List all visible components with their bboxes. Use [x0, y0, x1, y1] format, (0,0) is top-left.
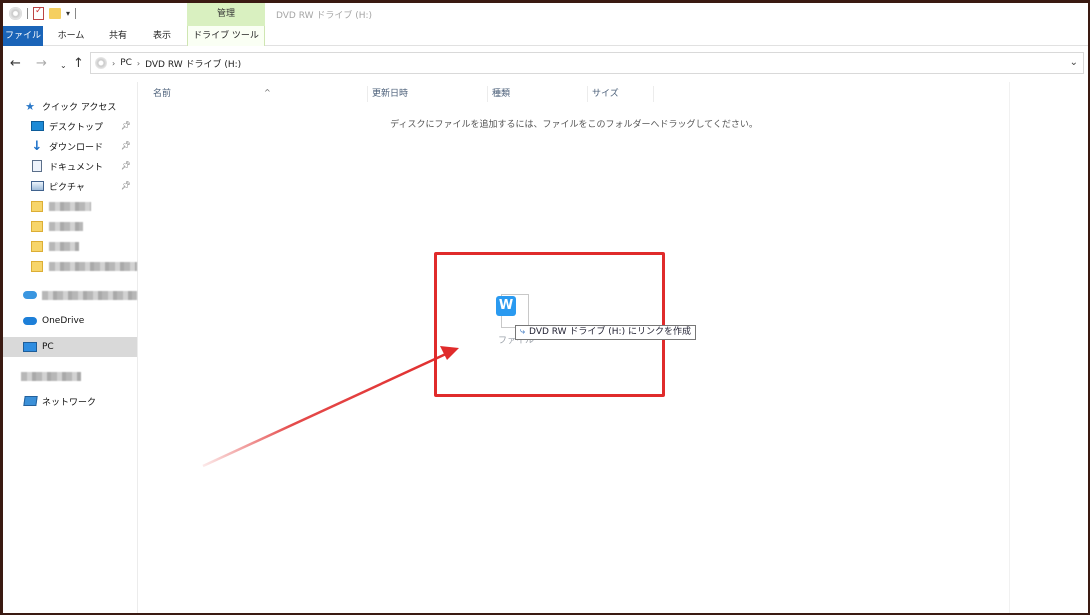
- pin-icon[interactable]: 📌︎: [121, 121, 131, 130]
- sidebar-item-documents[interactable]: ドキュメント 📌︎: [3, 156, 137, 176]
- sidebar-item-blurred-folder[interactable]: [3, 236, 137, 256]
- sidebar-item-pictures[interactable]: ピクチャ 📌︎: [3, 176, 137, 196]
- column-header-size[interactable]: サイズ: [588, 86, 654, 102]
- drive-icon: [9, 7, 22, 20]
- sidebar-item-pc[interactable]: PC: [3, 337, 137, 357]
- star-icon: ★: [25, 99, 35, 113]
- redacted-label: [49, 261, 137, 271]
- breadcrumb-pc[interactable]: PC: [120, 58, 132, 68]
- sidebar-item-blurred-location[interactable]: [3, 285, 137, 305]
- drive-icon: [95, 57, 107, 69]
- navigation-bar: ← → ⌄ ↑ › PC › DVD RW ドライブ (H:) ⌄: [3, 47, 1088, 81]
- breadcrumb-chevron-icon[interactable]: ›: [137, 59, 140, 68]
- sidebar-item-blurred-location[interactable]: [3, 366, 137, 386]
- sidebar-item-label: OneDrive: [42, 316, 85, 326]
- toolbar-separator: [27, 8, 28, 19]
- redacted-label: [21, 371, 81, 381]
- onedrive-cloud-icon: [23, 315, 37, 327]
- pictures-icon: [30, 180, 44, 192]
- breadcrumb-drive[interactable]: DVD RW ドライブ (H:): [145, 57, 241, 70]
- download-arrow-icon: ↓: [31, 138, 43, 154]
- recent-locations-chevron-icon[interactable]: ⌄: [60, 59, 67, 73]
- column-header-type[interactable]: 種類: [488, 86, 588, 102]
- pane-divider: [1009, 82, 1010, 613]
- computer-icon: [23, 341, 37, 353]
- folder-icon: [30, 240, 44, 252]
- tab-file[interactable]: ファイル: [3, 26, 43, 46]
- manage-context-tab[interactable]: 管理: [187, 3, 265, 26]
- link-icon: ⤷: [520, 327, 526, 337]
- address-bar[interactable]: › PC › DVD RW ドライブ (H:) ⌄: [90, 52, 1084, 74]
- cloud-icon: [23, 289, 37, 301]
- folder-icon: [30, 260, 44, 272]
- drag-tooltip: ⤷ DVD RW ドライブ (H:) にリンクを作成: [515, 325, 696, 340]
- sort-ascending-icon: ^: [264, 88, 271, 97]
- redacted-label: [49, 221, 83, 231]
- quick-access-toolbar: ▾: [9, 6, 77, 20]
- sidebar-item-quick-access[interactable]: ★ クイック アクセス: [3, 96, 137, 116]
- properties-icon[interactable]: [33, 6, 44, 20]
- sidebar-item-desktop[interactable]: デスクトップ 📌︎: [3, 116, 137, 136]
- wps-writer-icon: W: [496, 296, 516, 316]
- window-title: DVD RW ドライブ (H:): [276, 11, 373, 21]
- tab-share[interactable]: 共有: [100, 26, 136, 46]
- customize-toolbar-icon[interactable]: ▾: [66, 9, 70, 18]
- ribbon-tabs: ファイル ホーム 共有 表示 ドライブ ツール: [3, 26, 1088, 46]
- sidebar-item-blurred-folder[interactable]: [3, 196, 137, 216]
- sidebar-item-blurred-folder[interactable]: [3, 256, 137, 276]
- sidebar-item-label: ネットワーク: [42, 397, 97, 408]
- column-header-date-modified[interactable]: 更新日時: [368, 86, 488, 102]
- pin-icon[interactable]: 📌︎: [121, 141, 131, 150]
- navigation-pane: ★ クイック アクセス デスクトップ 📌︎ ↓ ダウンロード 📌︎ ドキュメント…: [3, 82, 138, 613]
- breadcrumb-chevron-icon[interactable]: ›: [112, 59, 115, 68]
- up-arrow-icon[interactable]: ↑: [73, 57, 84, 71]
- toolbar-separator: [75, 8, 77, 19]
- sidebar-item-blurred-folder[interactable]: [3, 216, 137, 236]
- tab-view[interactable]: 表示: [144, 26, 180, 46]
- pin-icon[interactable]: 📌︎: [121, 181, 131, 190]
- sidebar-item-onedrive[interactable]: OneDrive: [3, 311, 137, 331]
- tab-drive-tools[interactable]: ドライブ ツール: [187, 26, 265, 46]
- address-dropdown-icon[interactable]: ⌄: [1070, 57, 1078, 68]
- sidebar-item-label: クイック アクセス: [42, 102, 117, 113]
- desktop-icon: [30, 120, 44, 132]
- redacted-label: [49, 201, 91, 211]
- column-header-name[interactable]: 名前 ^: [149, 86, 368, 102]
- document-icon: [30, 160, 44, 172]
- folder-icon: [30, 220, 44, 232]
- pin-icon[interactable]: 📌︎: [121, 161, 131, 170]
- forward-arrow-icon[interactable]: →: [36, 57, 47, 71]
- back-arrow-icon[interactable]: ←: [10, 57, 21, 71]
- empty-folder-message: ディスクにファイルを追加するには、ファイルをこのフォルダーへドラッグしてください…: [390, 120, 758, 130]
- sidebar-item-label: PC: [42, 342, 54, 352]
- folder-icon: [30, 200, 44, 212]
- sidebar-item-network[interactable]: ネットワーク: [3, 391, 137, 411]
- sidebar-item-downloads[interactable]: ↓ ダウンロード 📌︎: [3, 136, 137, 156]
- new-folder-icon[interactable]: [49, 8, 61, 19]
- sidebar-item-label: デスクトップ: [49, 122, 104, 133]
- network-icon: [22, 395, 38, 407]
- tab-home[interactable]: ホーム: [51, 26, 91, 46]
- redacted-label: [42, 290, 137, 300]
- sidebar-item-label: ダウンロード: [49, 142, 104, 153]
- title-bar: ▾ 管理 DVD RW ドライブ (H:): [3, 3, 1088, 26]
- redacted-label: [49, 241, 79, 251]
- sidebar-item-label: ドキュメント: [49, 162, 104, 173]
- sidebar-item-label: ピクチャ: [49, 182, 85, 193]
